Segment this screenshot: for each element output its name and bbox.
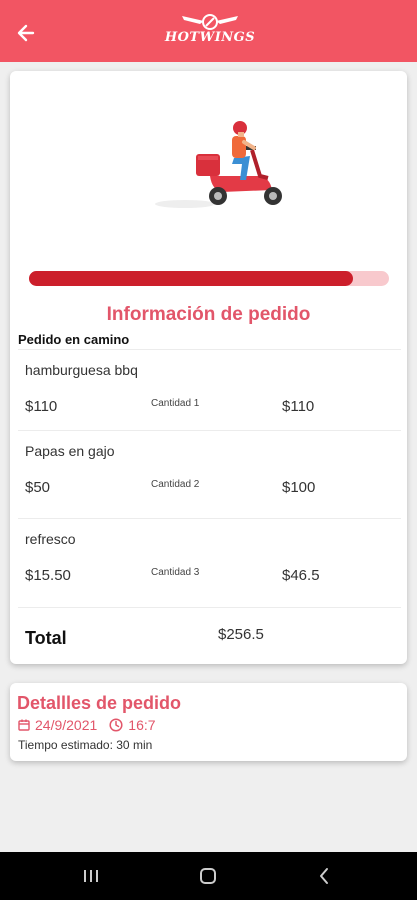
brand-logo: HOTWINGS <box>165 12 255 54</box>
system-navigation-bar <box>0 852 417 900</box>
item-subtotal: $110 <box>282 398 315 415</box>
home-button[interactable] <box>196 864 220 888</box>
item-subtotal: $100 <box>282 479 316 496</box>
total-value: $256.5 <box>218 626 264 643</box>
item-quantity: Cantidad 1 <box>151 398 200 409</box>
item-price: $50 <box>25 479 51 496</box>
item-price: $15.50 <box>25 567 71 584</box>
recents-icon <box>84 870 98 882</box>
order-item-row: Papas en gajo $50 Cantidad 2 $100 <box>18 430 401 519</box>
app-header: HOTWINGS <box>0 0 417 62</box>
order-info-card: Información de pedido Pedido en camino h… <box>10 71 407 664</box>
recents-button[interactable] <box>79 864 103 888</box>
arrow-left-icon <box>17 24 35 42</box>
order-total-row: Total $256.5 <box>18 607 401 664</box>
details-datetime: 24/9/2021 16:7 <box>18 717 156 733</box>
system-back-button[interactable] <box>312 864 336 888</box>
item-name: refresco <box>25 531 76 547</box>
home-icon <box>200 868 216 884</box>
order-date: 24/9/2021 <box>35 717 98 733</box>
back-button[interactable] <box>12 19 40 47</box>
order-progress-bar <box>29 271 389 286</box>
order-status: Pedido en camino <box>18 332 130 347</box>
order-details-card: Detallles de pedido 24/9/2021 16:7 Tiemp… <box>10 683 407 761</box>
order-info-title: Información de pedido <box>106 304 311 325</box>
order-item-row: refresco $15.50 Cantidad 3 $46.5 <box>18 518 401 607</box>
brand-logo-text: HOTWINGS <box>164 30 256 45</box>
delivery-scooter-illustration <box>155 121 282 208</box>
clock-icon <box>109 718 123 732</box>
item-quantity: Cantidad 3 <box>151 567 200 578</box>
order-progress-fill <box>29 271 353 286</box>
order-time: 16:7 <box>128 717 156 733</box>
item-name: Papas en gajo <box>25 443 115 459</box>
estimated-time: Tiempo estimado: 30 min <box>18 738 153 752</box>
winged-emblem-icon <box>182 14 238 30</box>
details-title: Detallles de pedido <box>17 693 182 713</box>
total-label: Total <box>25 628 67 648</box>
item-subtotal: $46.5 <box>282 567 320 584</box>
item-name: hamburguesa bbq <box>25 362 138 378</box>
calendar-icon <box>18 719 30 731</box>
item-price: $110 <box>25 398 58 415</box>
back-chevron-icon <box>320 868 328 884</box>
item-quantity: Cantidad 2 <box>151 479 200 490</box>
order-item-row: hamburguesa bbq $110 Cantidad 1 $110 <box>18 349 401 438</box>
